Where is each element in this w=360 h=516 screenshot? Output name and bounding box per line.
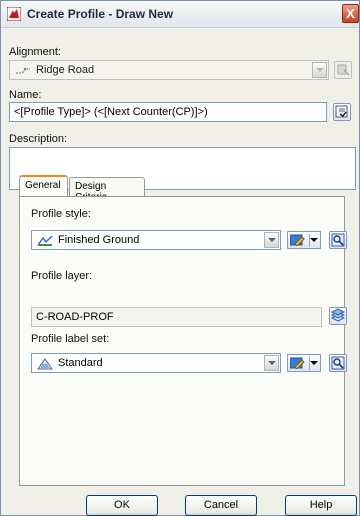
edit-name-format-button[interactable]	[333, 103, 351, 121]
label-set-icon	[37, 358, 53, 370]
profile-style-edit-button[interactable]	[287, 231, 321, 249]
profile-style-value: Finished Ground	[58, 234, 140, 246]
title-bar: Create Profile - Draw New X	[1, 1, 359, 28]
window-title: Create Profile - Draw New	[27, 7, 174, 21]
chevron-down-icon[interactable]	[310, 361, 318, 365]
alignment-value: Ridge Road	[36, 64, 95, 76]
name-template-icon	[335, 105, 348, 118]
ok-button[interactable]: OK	[86, 495, 158, 516]
profile-layer-label: Profile layer:	[31, 270, 93, 282]
layers-icon	[330, 308, 346, 322]
name-field[interactable]: <[Profile Type]> (<[Next Counter(CP)]>)	[9, 102, 327, 122]
profile-layer-field: C-ROAD-PROF	[31, 307, 322, 327]
help-button[interactable]: Help	[285, 495, 357, 516]
civil3d-app-icon	[7, 7, 21, 21]
profile-style-combo[interactable]: Finished Ground	[31, 230, 281, 250]
chevron-down-icon[interactable]	[264, 232, 279, 248]
profile-label-set-preview-button[interactable]	[329, 354, 347, 372]
alignment-combo[interactable]: Ridge Road	[9, 60, 329, 80]
preview-icon	[331, 356, 345, 370]
description-label: Description:	[9, 133, 68, 145]
alignment-label: Alignment:	[9, 46, 61, 58]
name-label: Name:	[9, 89, 42, 101]
profile-style-label: Profile style:	[31, 208, 91, 220]
profile-style-icon	[37, 235, 53, 246]
profile-label-set-edit-button[interactable]	[287, 354, 321, 372]
close-button[interactable]: X	[342, 4, 359, 23]
alignment-icon	[16, 67, 30, 74]
preview-icon	[331, 233, 345, 247]
tab-design-criteria[interactable]: Design Criteria	[69, 177, 145, 203]
profile-label-set-combo[interactable]: Standard	[31, 353, 281, 373]
profile-label-set-label: Profile label set:	[31, 333, 110, 345]
profile-layer-button[interactable]	[329, 307, 347, 325]
create-profile-dialog: Create Profile - Draw New X Alignment: R…	[0, 0, 360, 516]
edit-style-icon	[290, 357, 305, 369]
profile-style-preview-button[interactable]	[329, 231, 347, 249]
select-alignment-button[interactable]	[334, 61, 352, 79]
chevron-down-icon[interactable]	[264, 355, 279, 371]
pick-from-drawing-icon	[337, 64, 350, 76]
chevron-down-icon[interactable]	[312, 62, 327, 78]
tab-general[interactable]: General	[19, 175, 68, 196]
profile-label-set-value: Standard	[58, 357, 103, 369]
chevron-down-icon[interactable]	[310, 238, 318, 242]
cancel-button[interactable]: Cancel	[185, 495, 257, 516]
edit-style-icon	[290, 234, 305, 246]
